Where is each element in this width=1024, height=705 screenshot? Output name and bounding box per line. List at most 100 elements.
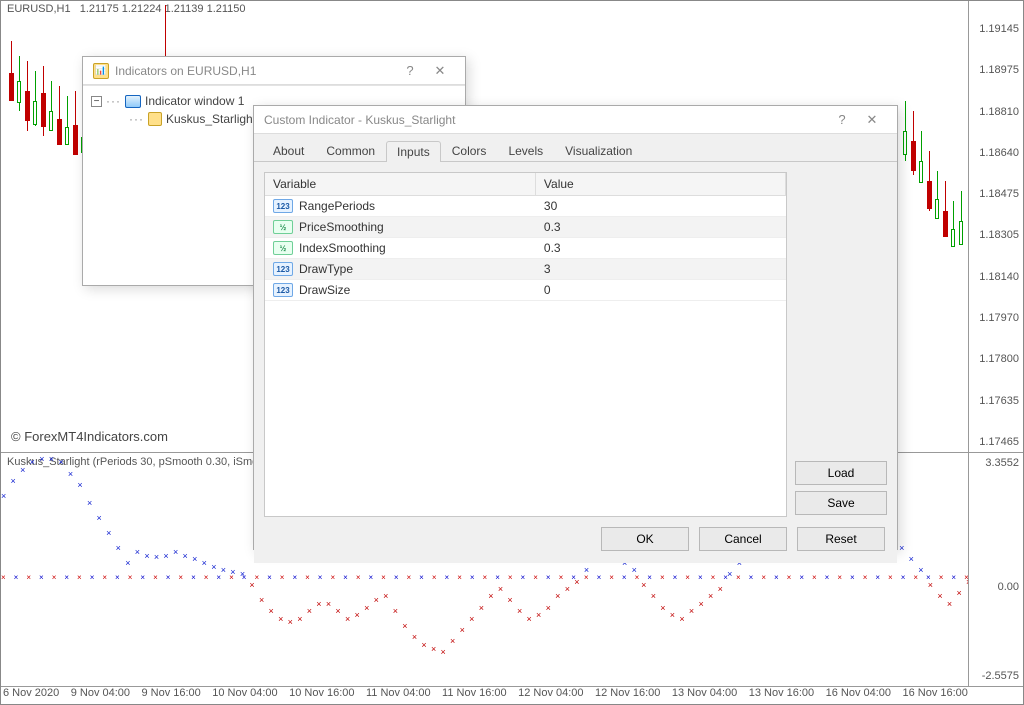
indicator-cross: × xyxy=(565,586,570,592)
type-badge-icon: 123 xyxy=(273,199,293,213)
input-row[interactable]: ½ PriceSmoothing 0.3 xyxy=(265,217,786,238)
input-row[interactable]: 123DrawSize0 xyxy=(265,280,786,301)
time-tick: 16 Nov 16:00 xyxy=(902,687,967,704)
indicator-cross: × xyxy=(718,586,723,592)
reset-button[interactable]: Reset xyxy=(797,527,885,551)
indicator-axis: 3.3552 0.00 -2.5575 xyxy=(968,453,1023,686)
tab-common[interactable]: Common xyxy=(315,140,386,161)
indicator-cross: × xyxy=(230,569,235,575)
tab-visualization[interactable]: Visualization xyxy=(554,140,643,161)
indicator-cross: × xyxy=(30,459,35,465)
dialog-titlebar[interactable]: Custom Indicator - Kuskus_Starlight ? ✕ xyxy=(254,106,897,134)
indicator-cross: × xyxy=(163,553,168,559)
collapse-icon[interactable]: − xyxy=(91,96,102,107)
load-button[interactable]: Load xyxy=(795,461,887,485)
indicator-cross: × xyxy=(947,601,952,607)
type-badge-icon: 123 xyxy=(273,262,293,276)
indicator-cross: × xyxy=(412,634,417,640)
price-axis: 1.191451.189751.188101.186401.184751.183… xyxy=(968,1,1023,452)
time-axis: 6 Nov 20209 Nov 04:009 Nov 16:0010 Nov 0… xyxy=(1,686,1023,704)
input-row[interactable]: 123DrawType3 xyxy=(265,259,786,280)
header-value: Value xyxy=(536,173,786,195)
ok-button[interactable]: OK xyxy=(601,527,689,551)
indicator-cross: × xyxy=(173,549,178,555)
variable-value[interactable]: 0.3 xyxy=(536,238,786,258)
indicator-cross: × xyxy=(641,582,646,588)
indicator-cross: × xyxy=(727,571,732,577)
indicator-cross: × xyxy=(1,493,6,499)
indicator-cross: × xyxy=(651,593,656,599)
price-tick: 1.17465 xyxy=(973,436,1019,448)
indicator-cross: × xyxy=(660,605,665,611)
type-badge-icon: ½ xyxy=(273,220,293,234)
indicator-cross: × xyxy=(326,601,331,607)
indicators-window-title: Indicators on EURUSD,H1 xyxy=(115,64,256,78)
indicator-cross: × xyxy=(240,571,245,577)
input-row[interactable]: ½ IndexSmoothing 0.3 xyxy=(265,238,786,259)
indicator-cross: × xyxy=(393,608,398,614)
variable-value[interactable]: 0.3 xyxy=(536,217,786,237)
indicator-cross: × xyxy=(383,593,388,599)
tab-about[interactable]: About xyxy=(262,140,315,161)
table-header: Variable Value xyxy=(265,173,786,196)
indicator-cross: × xyxy=(450,638,455,644)
time-tick: 16 Nov 04:00 xyxy=(826,687,891,704)
indicator-cross: × xyxy=(125,560,130,566)
tab-colors[interactable]: Colors xyxy=(441,140,498,161)
indicator-cross: × xyxy=(488,593,493,599)
indicator-cross: × xyxy=(479,605,484,611)
help-button[interactable]: ? xyxy=(827,112,857,127)
indicator-cross: × xyxy=(154,554,159,560)
tab-inputs[interactable]: Inputs xyxy=(386,141,441,162)
indicator-cross: × xyxy=(259,597,264,603)
variable-value[interactable]: 0 xyxy=(536,280,786,300)
time-tick: 6 Nov 2020 xyxy=(3,687,59,704)
inputs-table[interactable]: Variable Value 123RangePeriods30 ½ PriceSm… xyxy=(264,172,787,517)
time-tick: 10 Nov 16:00 xyxy=(289,687,354,704)
indicator-cross: × xyxy=(698,601,703,607)
price-tick: 1.17635 xyxy=(973,395,1019,407)
close-button[interactable]: ✕ xyxy=(425,63,455,79)
time-tick: 13 Nov 04:00 xyxy=(672,687,737,704)
price-tick: 1.18975 xyxy=(973,64,1019,76)
variable-value[interactable]: 30 xyxy=(536,196,786,216)
dialog-body: AboutCommonInputsColorsLevelsVisualizati… xyxy=(254,134,897,563)
indicator-cross: × xyxy=(192,556,197,562)
time-tick: 10 Nov 04:00 xyxy=(212,687,277,704)
cancel-button[interactable]: Cancel xyxy=(699,527,787,551)
indicator-cross: × xyxy=(632,567,637,573)
indicator-cross: × xyxy=(526,616,531,622)
variable-name: PriceSmoothing xyxy=(299,220,384,234)
indicator-cross: × xyxy=(670,612,675,618)
axis-zero: 0.00 xyxy=(998,581,1019,593)
indicator-cross: × xyxy=(77,482,82,488)
help-button[interactable]: ? xyxy=(395,63,425,78)
indicator-cross: × xyxy=(899,545,904,551)
custom-indicator-dialog[interactable]: Custom Indicator - Kuskus_Starlight ? ✕ … xyxy=(253,105,898,550)
type-badge-icon: ½ xyxy=(273,241,293,255)
tree-window-label: Indicator window 1 xyxy=(145,94,244,108)
indicator-cross: × xyxy=(374,597,379,603)
close-button[interactable]: ✕ xyxy=(857,112,887,128)
indicator-cross: × xyxy=(316,601,321,607)
indicator-cross: × xyxy=(918,567,923,573)
indicator-cross: × xyxy=(307,608,312,614)
variable-value[interactable]: 3 xyxy=(536,259,786,279)
tab-levels[interactable]: Levels xyxy=(497,140,554,161)
indicators-icon: 📊 xyxy=(93,63,109,79)
variable-name: IndexSmoothing xyxy=(299,241,386,255)
indicators-window-titlebar[interactable]: 📊 Indicators on EURUSD,H1 ? ✕ xyxy=(83,57,465,85)
save-button[interactable]: Save xyxy=(795,491,887,515)
indicator-cross: × xyxy=(421,642,426,648)
indicator-cross: × xyxy=(249,582,254,588)
indicator-cross: × xyxy=(355,612,360,618)
variable-name: DrawSize xyxy=(299,283,350,297)
inputs-panel: Variable Value 123RangePeriods30 ½ PriceSm… xyxy=(254,162,897,527)
price-tick: 1.18475 xyxy=(973,188,1019,200)
indicator-item-icon xyxy=(148,112,162,126)
indicator-cross: × xyxy=(20,467,25,473)
time-tick: 12 Nov 04:00 xyxy=(518,687,583,704)
input-row[interactable]: 123RangePeriods30 xyxy=(265,196,786,217)
indicator-cross: × xyxy=(708,593,713,599)
indicator-cross: × xyxy=(584,567,589,573)
